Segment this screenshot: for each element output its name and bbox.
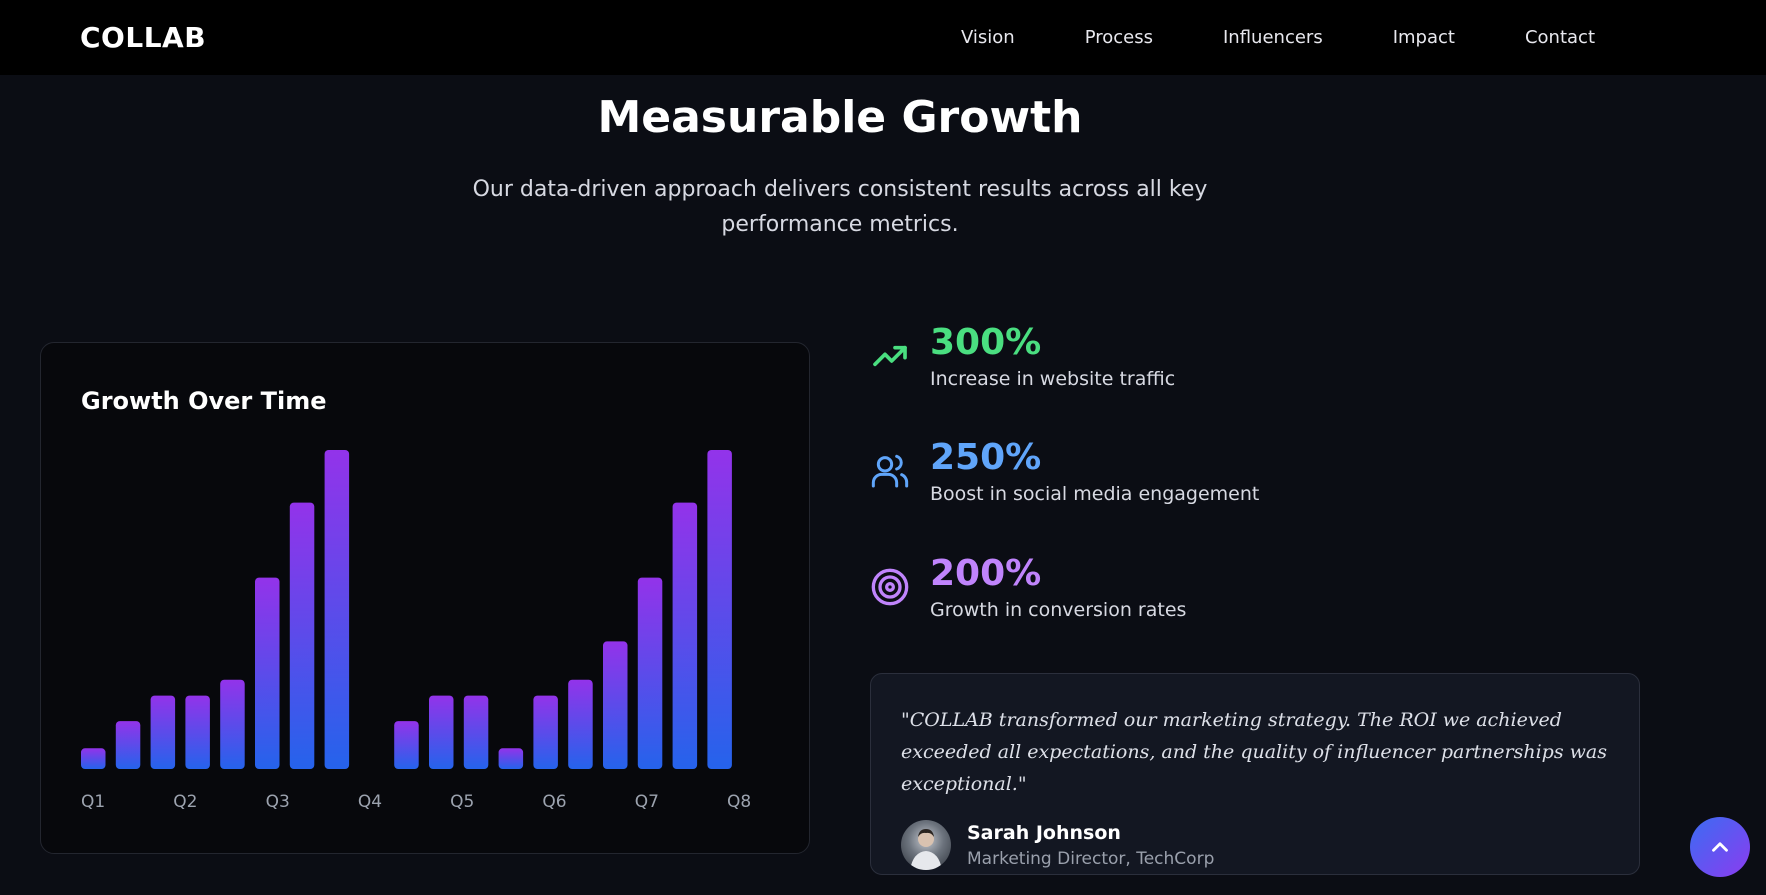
avatar	[901, 820, 951, 870]
chart-bar	[707, 450, 732, 769]
chart-bar	[672, 502, 698, 769]
stat-value-traffic: 300%	[930, 322, 1042, 363]
x-tick-label: Q7	[635, 792, 659, 812]
author-role: Marketing Director, TechCorp	[967, 848, 1215, 869]
stat-traffic: 300% Increase in website traffic	[870, 322, 1175, 390]
chart-bar	[463, 695, 489, 769]
nav-link-influencers[interactable]: Influencers	[1223, 27, 1323, 48]
scroll-to-top-button[interactable]	[1690, 817, 1750, 877]
stat-conversion: 200% Growth in conversion rates	[870, 553, 1186, 621]
nav-link-impact[interactable]: Impact	[1393, 27, 1455, 48]
nav-links: Vision Process Influencers Impact Contac…	[961, 27, 1595, 48]
chart-bar	[429, 695, 454, 769]
stat-engagement: 250% Boost in social media engagement	[870, 437, 1259, 505]
stat-label-traffic: Increase in website traffic	[930, 368, 1176, 390]
chart-bar	[533, 695, 558, 769]
testimonial-card: "COLLAB transformed our marketing strate…	[870, 673, 1640, 875]
chart-bar	[150, 695, 176, 769]
x-tick-label: Q3	[266, 792, 290, 812]
x-tick-label: Q5	[450, 792, 474, 812]
x-tick-label: Q2	[173, 792, 197, 812]
stat-label-engagement: Boost in social media engagement	[930, 483, 1260, 505]
chart-bar	[255, 577, 280, 769]
stat-value-conversion: 200%	[930, 553, 1042, 594]
chart-bar	[289, 502, 315, 769]
users-icon	[871, 454, 909, 488]
chart-bar	[603, 641, 628, 769]
chart-bar	[568, 679, 593, 769]
testimonial-author: Sarah Johnson Marketing Director, TechCo…	[901, 820, 1609, 870]
chart-bar	[81, 748, 106, 769]
author-name: Sarah Johnson	[967, 821, 1121, 844]
x-tick-label: Q8	[727, 792, 751, 812]
chart-bar	[498, 748, 524, 769]
chart-bar	[220, 679, 245, 769]
section-subtitle: Our data-driven approach delivers consis…	[472, 177, 1208, 237]
top-navbar: COLLAB Vision Process Influencers Impact…	[0, 0, 1766, 75]
nav-link-contact[interactable]: Contact	[1525, 27, 1595, 48]
chart-bar	[115, 721, 141, 769]
logo[interactable]: COLLAB	[80, 21, 206, 54]
chart-bar	[394, 721, 419, 769]
person-photo-icon	[910, 829, 942, 870]
growth-chart-card: Growth Over Time Q1 Q2 Q3 Q4 Q5 Q6 Q7 Q8	[40, 342, 810, 854]
stat-label-conversion: Growth in conversion rates	[930, 599, 1187, 621]
stat-value-engagement: 250%	[930, 437, 1042, 478]
x-tick-label: Q1	[81, 792, 105, 812]
x-tick-label: Q6	[542, 792, 566, 812]
trending-up-icon	[873, 345, 907, 367]
chart-bar	[324, 450, 350, 769]
chart-bar	[185, 695, 210, 769]
growth-bar-chart: Q1 Q2 Q3 Q4 Q5 Q6 Q7 Q8	[81, 450, 751, 812]
chart-bar	[637, 577, 663, 769]
section-title: Measurable Growth	[597, 92, 1083, 143]
nav-link-process[interactable]: Process	[1085, 27, 1153, 48]
nav-link-vision[interactable]: Vision	[961, 27, 1015, 48]
chevron-up-icon	[1712, 842, 1728, 852]
target-icon	[871, 568, 909, 606]
testimonial-quote: "COLLAB transformed our marketing strate…	[901, 709, 1607, 795]
x-tick-label: Q4	[358, 792, 382, 812]
